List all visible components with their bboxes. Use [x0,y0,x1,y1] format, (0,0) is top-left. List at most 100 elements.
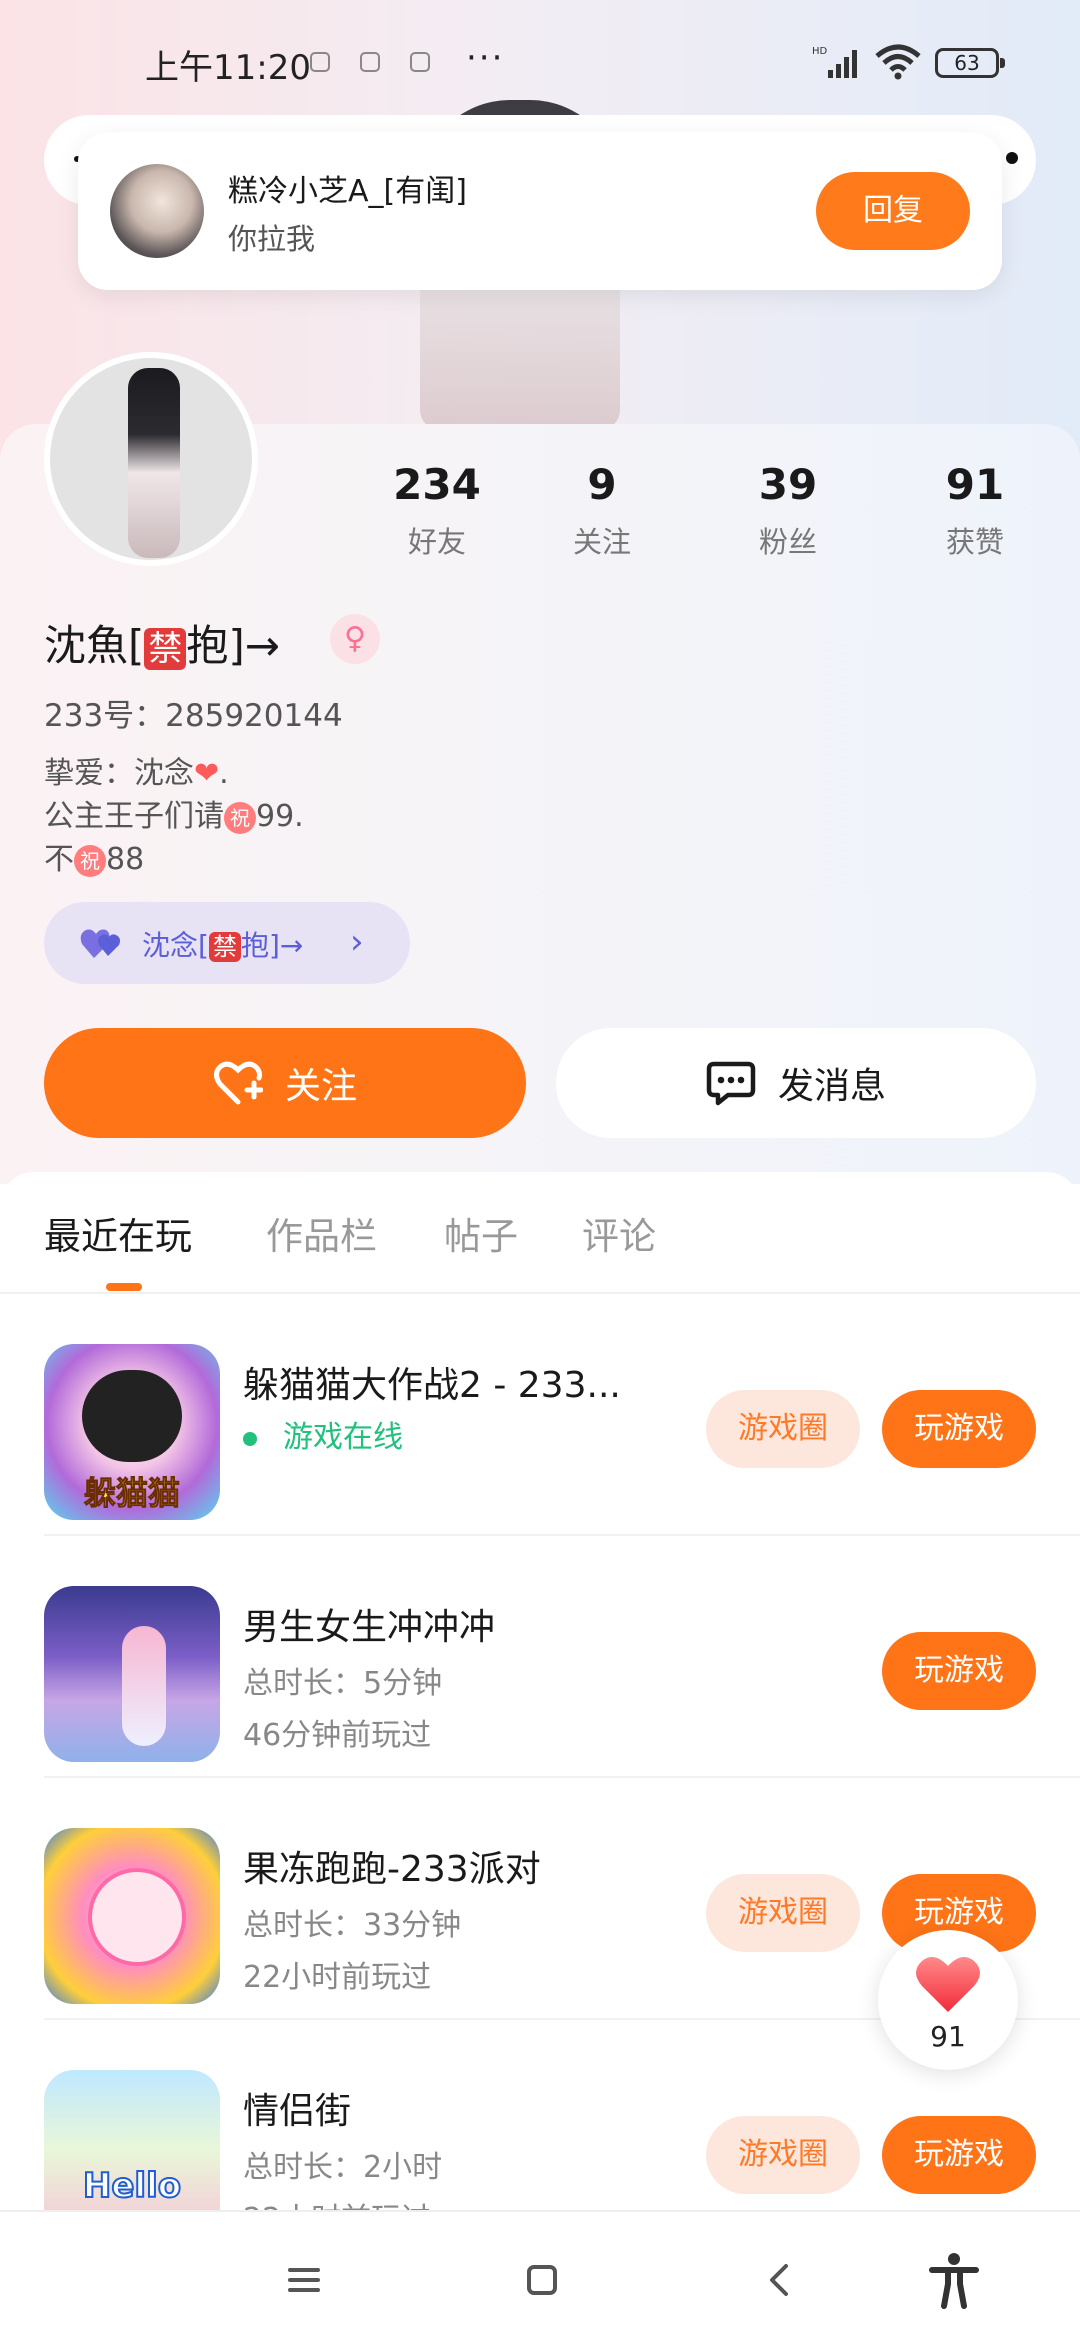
svg-text:HD: HD [812,46,828,57]
tab-works[interactable]: 作品栏 [266,1206,377,1260]
last-played: 22小时前玩过 [243,1960,432,1995]
notification-app-icon [360,52,380,72]
stat-fans[interactable]: 39 粉丝 [718,460,858,561]
online-dot-icon [243,1431,257,1446]
character-figure [122,1626,166,1746]
play-duration: 总时长：2小时 [243,2150,443,2185]
nickname-text: 沈魚[ [44,621,145,670]
female-gender-icon: ♀ [330,614,380,664]
double-heart-icon [80,929,120,958]
bio-line: 挚爱：沈念❤. [44,752,304,795]
bless-emoji-icon: 祝 [224,801,256,834]
more-notifications-icon: ··· [466,38,505,78]
stat-value: 9 [587,460,617,509]
nickname-text: 抱]→ [186,621,280,670]
chat-bubble-icon [706,1061,756,1106]
game-circle-button[interactable]: 游戏圈 [706,2116,860,2194]
stat-following[interactable]: 9 关注 [532,460,672,561]
tab-posts[interactable]: 帖子 [444,1206,518,1260]
game-icon [44,1586,220,1762]
game-icon: 躲猫猫 [44,1344,220,1520]
sender-avatar [110,164,204,258]
cat-face-icon [82,1370,182,1462]
game-icon [44,1828,220,2004]
accessibility-icon[interactable] [924,2250,984,2310]
bio-text: 不 [44,842,74,877]
stat-label: 好友 [407,525,466,559]
user-id: 233号：285920144 [44,698,343,734]
like-count: 91 [930,2020,966,2053]
signal-icon: HD [812,46,857,78]
play-game-button[interactable]: 玩游戏 [882,2116,1036,2194]
notification-app-icon [410,52,430,72]
play-game-button[interactable]: 玩游戏 [882,1390,1036,1468]
nickname-emoji-ban: 禁 [144,628,187,670]
bio-text: 99. [256,799,304,834]
play-game-button[interactable]: 玩游戏 [882,1632,1036,1710]
stat-value: 234 [393,460,481,509]
home-icon[interactable] [512,2250,572,2310]
bless-emoji-icon: 祝 [74,844,106,877]
game-list-item[interactable]: 男生女生冲冲冲 总时长：5分钟 46分钟前玩过 玩游戏 [0,1536,1080,1778]
bio-text: . [219,756,229,791]
heart-icon: ❤ [194,756,220,791]
nickname-emoji-ban: 禁 [208,932,241,962]
character-face [88,1868,186,1966]
status-time: 上午11:20 [145,48,311,88]
battery-indicator: 63 [935,48,1005,78]
stat-value: 91 [945,460,1005,509]
follow-label: 关注 [284,1066,357,1107]
nickname: 沈魚[禁抱]→ [44,612,280,673]
bio-text: 公主王子们请 [44,799,224,834]
couple-link[interactable]: 沈念[禁抱]→ › [44,902,410,984]
tab-recently-played[interactable]: 最近在玩 [44,1206,192,1260]
follow-button[interactable]: 关注 [44,1028,526,1138]
online-status-text: 游戏在线 [283,1420,403,1455]
stat-friends[interactable]: 234 好友 [367,460,507,561]
couple-name-text: 抱]→ [240,929,304,962]
bio-line: 不祝 88 [44,838,304,881]
game-icon-text: 躲猫猫 [83,1474,180,1513]
couple-name: 沈念[禁抱]→ [142,924,303,964]
game-circle-button[interactable]: 游戏圈 [706,1390,860,1468]
message-notification[interactable]: 糕冷小芝A_[有闺] 你拉我 回复 [78,132,1002,290]
like-floating-button[interactable]: 91 [878,1930,1018,2070]
status-bar: 上午11:20 ··· HD 63 [0,0,1080,128]
heart-icon [916,1957,980,2012]
tab-comments[interactable]: 评论 [582,1206,656,1260]
game-title: 男生女生冲冲冲 [243,1607,496,1648]
bio-line: 公主王子们请祝 99. [44,795,304,838]
system-navigation-bar [0,2210,1080,2342]
heart-plus-icon [213,1061,263,1105]
game-circle-button[interactable]: 游戏圈 [706,1874,860,1952]
indicator-dot [1006,152,1018,164]
game-list-item[interactable]: 躲猫猫 躲猫猫大作战2 - 233... 游戏在线 游戏圈 玩游戏 [0,1294,1080,1536]
menu-icon[interactable] [274,2250,334,2310]
wifi-icon [875,44,921,80]
reply-button[interactable]: 回复 [816,172,970,250]
game-title: 情侣街 [243,2091,352,2132]
avatar[interactable] [44,352,258,566]
active-tab-indicator [106,1283,142,1291]
bio-text: 挚爱：沈念 [44,756,194,791]
notification-message: 你拉我 [228,222,316,256]
game-title: 躲猫猫大作战2 - 233... [243,1365,621,1406]
back-icon[interactable] [750,2250,810,2310]
couple-name-text: 沈念[ [142,929,209,962]
last-played: 46分钟前玩过 [243,1718,432,1753]
stat-value: 39 [758,460,818,509]
bio-text: 88 [106,842,145,877]
notification-app-icon [310,52,330,72]
sender-name: 糕冷小芝A_[有闺] [228,174,467,209]
stat-label: 关注 [572,525,631,559]
play-duration: 总时长：33分钟 [243,1908,462,1943]
stat-label: 粉丝 [758,525,817,559]
stat-likes[interactable]: 91 获赞 [905,460,1045,561]
online-status: 游戏在线 [243,1412,403,1456]
bio: 挚爱：沈念❤. 公主王子们请祝 99. 不祝 88 [44,752,304,881]
avatar-character-image [128,368,180,558]
send-message-label: 发消息 [777,1066,886,1107]
send-message-button[interactable]: 发消息 [556,1028,1036,1138]
play-duration: 总时长：5分钟 [243,1666,443,1701]
game-title: 果冻跑跑-233派对 [243,1849,541,1890]
